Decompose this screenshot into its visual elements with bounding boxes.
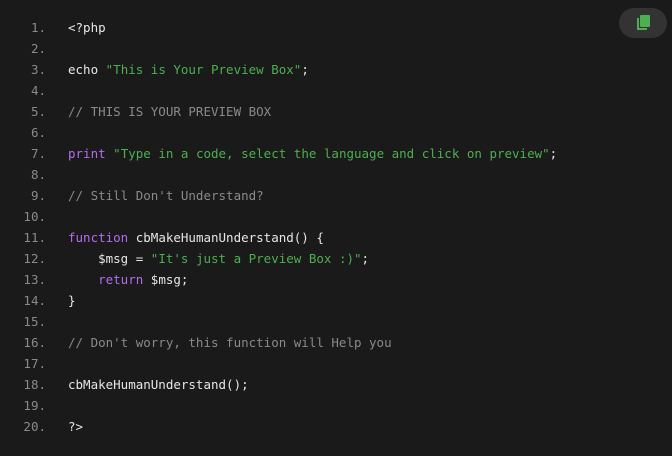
code-token-comment: // Still Don't Understand? [68, 188, 264, 203]
code-line: 16. // Don't worry, this function will He… [0, 332, 672, 353]
code-line: 14.} [0, 290, 672, 311]
code-token-plain: echo [68, 62, 106, 77]
code-line: 9. // Still Don't Understand? [0, 185, 672, 206]
code-line: 17. [0, 353, 672, 374]
code-token-plain: } [68, 293, 76, 308]
code-text: <?php [68, 17, 106, 38]
code-token-plain: cbMakeHumanUnderstand() { [128, 230, 324, 245]
code-token-comment: // Don't worry, this function will Help … [68, 335, 392, 350]
code-token-plain: ; [549, 146, 558, 161]
code-token-plain: $msg = [68, 251, 151, 266]
code-line: 4. [0, 80, 672, 101]
code-token-plain: <?php [68, 20, 106, 35]
line-number: 13. [23, 272, 46, 287]
code-token-string: "It's just a Preview Box :)" [150, 251, 362, 266]
code-line: 8. [0, 164, 672, 185]
code-text: // Still Don't Understand? [68, 185, 264, 206]
line-number: 5. [30, 104, 46, 119]
code-text: } [68, 290, 76, 311]
code-line: 15. [0, 311, 672, 332]
line-number: 12. [23, 251, 46, 266]
code-lines: 1. <?php 2. 3. echo "This is Your Preview Bo… [0, 17, 672, 437]
code-line: 20. ?> [0, 416, 672, 437]
code-line: 12. $msg = "It's just a Preview Box :)"; [0, 248, 672, 269]
line-number: 17. [23, 356, 46, 371]
code-line: 5. // THIS IS YOUR PREVIEW BOX [0, 101, 672, 122]
code-line: 7. print "Type in a code, select the lang… [0, 143, 672, 164]
code-text: // Don't worry, this function will Help … [68, 332, 392, 353]
code-text: $msg = "It's just a Preview Box :)"; [68, 248, 369, 269]
copy-button[interactable] [619, 8, 667, 38]
code-token-plain: $msg; [143, 272, 189, 287]
code-token-plain: ?> [68, 419, 84, 434]
code-token-plain: ; [301, 62, 309, 77]
line-number: 11. [23, 230, 46, 245]
line-number: 6. [30, 125, 46, 140]
line-number: 10. [23, 209, 46, 224]
code-token-plain: cbMakeHumanUnderstand(); [68, 377, 249, 392]
code-token-string: "Type in a code, select the language and… [113, 146, 550, 161]
code-line: 6. [0, 122, 672, 143]
line-number: 14. [23, 293, 46, 308]
code-token-keyword: print [68, 146, 106, 161]
line-number: 9. [30, 188, 46, 203]
code-preview-panel: 1. <?php 2. 3. echo "This is Your Preview Bo… [0, 0, 672, 456]
line-number: 3. [30, 62, 46, 77]
code-token-keyword: function [68, 230, 129, 245]
code-token-string: "This is Your Preview Box" [105, 62, 302, 77]
code-line: 10. [0, 206, 672, 227]
code-line: 13. return $msg; [0, 269, 672, 290]
line-number: 19. [23, 398, 46, 413]
code-line: 2. [0, 38, 672, 59]
line-number: 2. [30, 41, 46, 56]
code-text: print "Type in a code, select the langua… [68, 143, 557, 164]
code-line: 18. cbMakeHumanUnderstand(); [0, 374, 672, 395]
code-text: // THIS IS YOUR PREVIEW BOX [68, 101, 271, 122]
code-text: return $msg; [68, 269, 188, 290]
code-line: 3. echo "This is Your Preview Box"; [0, 59, 672, 80]
line-number: 20. [23, 419, 46, 434]
code-line: 19. [0, 395, 672, 416]
line-number: 18. [23, 377, 46, 392]
code-line: 1. <?php [0, 17, 672, 38]
line-number: 8. [30, 167, 46, 182]
code-text: cbMakeHumanUnderstand(); [68, 374, 249, 395]
copy-icon [636, 15, 650, 31]
code-text: function cbMakeHumanUnderstand() { [68, 227, 324, 248]
code-token-plain: ; [361, 251, 370, 266]
line-number: 7. [30, 146, 46, 161]
code-text: echo "This is Your Preview Box"; [68, 59, 309, 80]
line-number: 15. [23, 314, 46, 329]
code-text: ?> [68, 416, 83, 437]
line-number: 1. [30, 20, 46, 35]
code-token-keyword: return [98, 272, 144, 287]
line-number: 4. [30, 83, 46, 98]
line-number: 16. [23, 335, 46, 350]
code-line: 11. function cbMakeHumanUnderstand() { [0, 227, 672, 248]
code-token-comment: // THIS IS YOUR PREVIEW BOX [68, 104, 272, 119]
